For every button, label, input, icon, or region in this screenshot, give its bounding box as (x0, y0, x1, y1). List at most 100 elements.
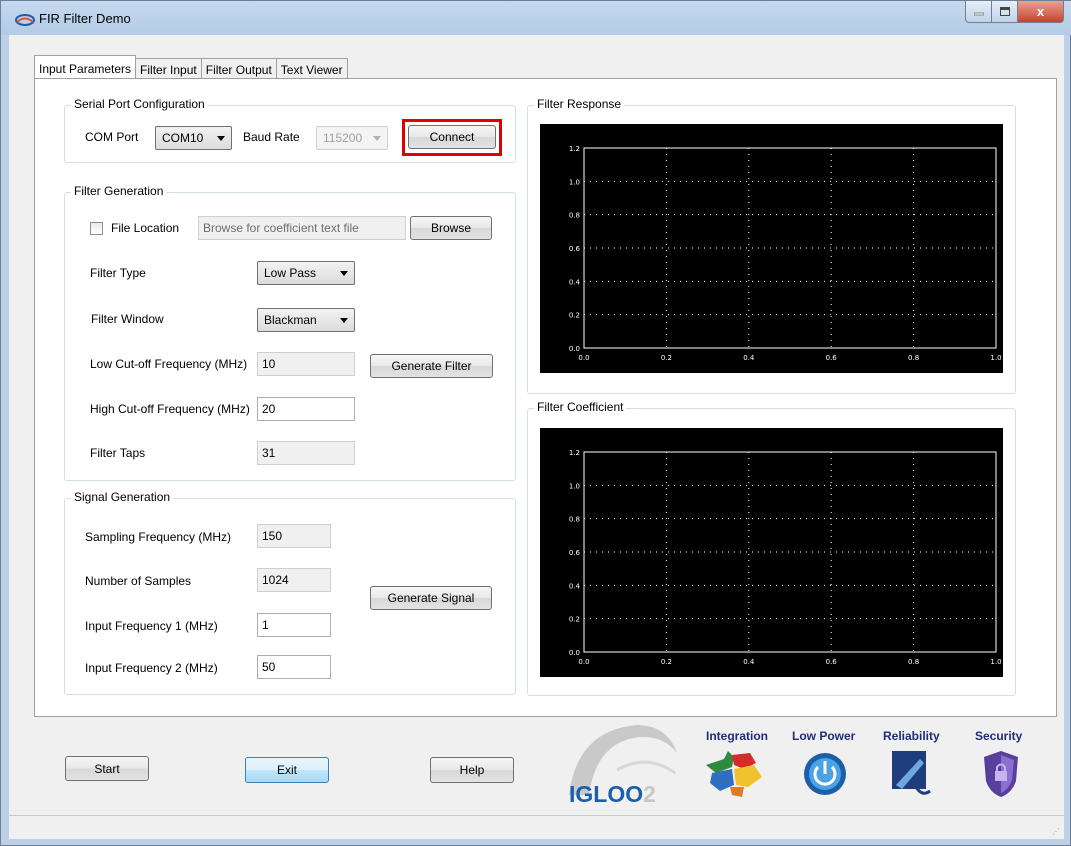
filter-window-label: Filter Window (91, 312, 164, 326)
filter-response-group-title: Filter Response (534, 97, 625, 111)
y-tick-label: 0.6 (569, 245, 581, 253)
y-tick-label: 0.0 (569, 345, 580, 353)
x-tick-label: 1.0 (990, 658, 1001, 666)
maximize-icon (999, 6, 1010, 16)
title-bar[interactable]: FIR Filter Demo x (1, 1, 1071, 35)
input-frequency-2-input[interactable]: 50 (257, 655, 331, 679)
low-cutoff-input[interactable]: 10 (257, 352, 355, 376)
igloo-wordmark: IGLOO (569, 781, 644, 807)
tab-filter-output[interactable]: Filter Output (200, 58, 277, 78)
filter-response-plot: 0.0 0.2 0.4 0.6 0.8 1.0 0.0 0.2 0.4 0.6 0.8 1.0 1.2 (540, 124, 1003, 373)
high-cutoff-label: High Cut-off Frequency (MHz) (90, 402, 250, 416)
y-tick-label: 0.8 (569, 212, 580, 220)
y-tick-label: 1.0 (569, 482, 580, 490)
puzzle-icon (706, 751, 762, 797)
signal-generation-group-title: Signal Generation (71, 490, 174, 504)
filter-taps-label: Filter Taps (90, 446, 146, 460)
y-tick-label: 1.0 (569, 178, 580, 186)
feature-label-reliability: Reliability (883, 729, 940, 743)
igloo-suffix: 2 (643, 781, 656, 807)
feature-label-security: Security (975, 729, 1023, 743)
file-location-label: File Location (111, 221, 180, 235)
plot-frame (583, 451, 997, 653)
x-tick-label: 1.0 (990, 354, 1001, 362)
igloo2-logo-text: IGLOO2 (569, 781, 656, 808)
chevron-down-icon (373, 136, 381, 141)
sampling-frequency-label: Sampling Frequency (MHz) (85, 530, 232, 544)
filter-window-select[interactable]: Blackman (257, 308, 355, 332)
reliability-icon (892, 751, 931, 795)
x-tick-label: 0.4 (743, 354, 755, 362)
x-tick-label: 0.4 (743, 658, 755, 666)
y-tick-label: 1.2 (569, 449, 580, 457)
x-tick-label: 0.6 (826, 658, 838, 666)
x-tick-label: 0.8 (908, 658, 919, 666)
app-icon (15, 14, 35, 26)
filter-type-label: Filter Type (90, 266, 146, 280)
tab-input-parameters[interactable]: Input Parameters (34, 55, 137, 78)
file-location-checkbox[interactable] (90, 222, 103, 235)
number-of-samples-label: Number of Samples (85, 574, 192, 588)
filter-type-value: Low Pass (264, 266, 317, 280)
y-tick-label: 0.8 (569, 516, 580, 524)
y-tick-label: 0.6 (569, 549, 581, 557)
filter-coefficient-chart: 0.0 0.2 0.4 0.6 0.8 1.0 0.0 0.2 0.4 0.6 0.8 1.0 1.2 (569, 449, 1002, 666)
start-button[interactable]: Start (65, 756, 149, 781)
filter-taps-input[interactable]: 31 (257, 441, 355, 465)
baud-rate-value: 115200 (323, 131, 363, 145)
filter-window-value: Blackman (264, 313, 317, 327)
tab-page-input-parameters: Serial Port Configuration COM Port COM10… (34, 78, 1057, 717)
minimize-icon (973, 12, 984, 15)
x-tick-label: 0.8 (908, 354, 919, 362)
feature-label-integration: Integration (706, 729, 768, 743)
client-area: Input Parameters Filter Input Filter Out… (9, 35, 1064, 839)
baud-rate-select[interactable]: 115200 (316, 126, 388, 150)
number-of-samples-input[interactable]: 1024 (257, 568, 331, 592)
browse-button[interactable]: Browse (410, 216, 492, 240)
status-bar: ⋰ (9, 815, 1064, 839)
generate-signal-button[interactable]: Generate Signal (370, 586, 492, 610)
close-button[interactable]: x (1018, 1, 1064, 23)
x-tick-label: 0.0 (578, 658, 589, 666)
connect-button[interactable]: Connect (408, 125, 496, 149)
file-location-input[interactable]: Browse for coefficient text file (198, 216, 406, 240)
input-frequency-2-label: Input Frequency 2 (MHz) (85, 661, 218, 675)
y-tick-label: 0.4 (569, 582, 581, 590)
tab-filter-input[interactable]: Filter Input (135, 58, 202, 78)
com-port-label: COM Port (85, 130, 139, 144)
generate-filter-button[interactable]: Generate Filter (370, 354, 493, 378)
filter-coefficient-plot: 0.0 0.2 0.4 0.6 0.8 1.0 0.0 0.2 0.4 0.6 0.8 1.0 1.2 (540, 428, 1003, 677)
maximize-button[interactable] (992, 1, 1018, 23)
filter-type-select[interactable]: Low Pass (257, 261, 355, 285)
power-icon (804, 753, 846, 795)
filter-coefficient-group-title: Filter Coefficient (534, 400, 627, 414)
tab-strip: Input Parameters Filter Input Filter Out… (34, 55, 348, 78)
high-cutoff-input[interactable]: 20 (257, 397, 355, 421)
tab-text-viewer[interactable]: Text Viewer (275, 58, 348, 78)
y-tick-label: 0.2 (569, 616, 580, 624)
com-port-select[interactable]: COM10 (155, 126, 232, 150)
exit-button[interactable]: Exit (245, 757, 329, 783)
serial-port-group-title: Serial Port Configuration (71, 97, 208, 111)
sampling-frequency-input[interactable]: 150 (257, 524, 331, 548)
app-window: FIR Filter Demo x Input Parameters Filte… (0, 0, 1071, 846)
y-tick-label: 1.2 (569, 145, 580, 153)
filter-generation-group-title: Filter Generation (71, 184, 167, 198)
feature-label-low-power: Low Power (792, 729, 856, 743)
resize-grip-icon[interactable]: ⋰ (1052, 827, 1062, 837)
filter-response-chart: 0.0 0.2 0.4 0.6 0.8 1.0 0.0 0.2 0.4 0.6 0.8 1.0 1.2 (569, 145, 1002, 362)
help-button[interactable]: Help (430, 757, 514, 783)
y-tick-label: 0.2 (569, 312, 580, 320)
y-tick-label: 0.0 (569, 649, 580, 657)
x-tick-label: 0.0 (578, 354, 589, 362)
input-frequency-1-input[interactable]: 1 (257, 613, 331, 637)
minimize-button[interactable] (965, 1, 992, 23)
input-frequency-1-label: Input Frequency 1 (MHz) (85, 619, 218, 633)
baud-rate-label: Baud Rate (243, 130, 300, 144)
x-tick-label: 0.6 (826, 354, 838, 362)
low-cutoff-label: Low Cut-off Frequency (MHz) (90, 357, 248, 371)
x-tick-label: 0.2 (661, 658, 672, 666)
window-title: FIR Filter Demo (39, 11, 131, 26)
window-controls: x (965, 1, 1064, 23)
x-tick-label: 0.2 (661, 354, 672, 362)
